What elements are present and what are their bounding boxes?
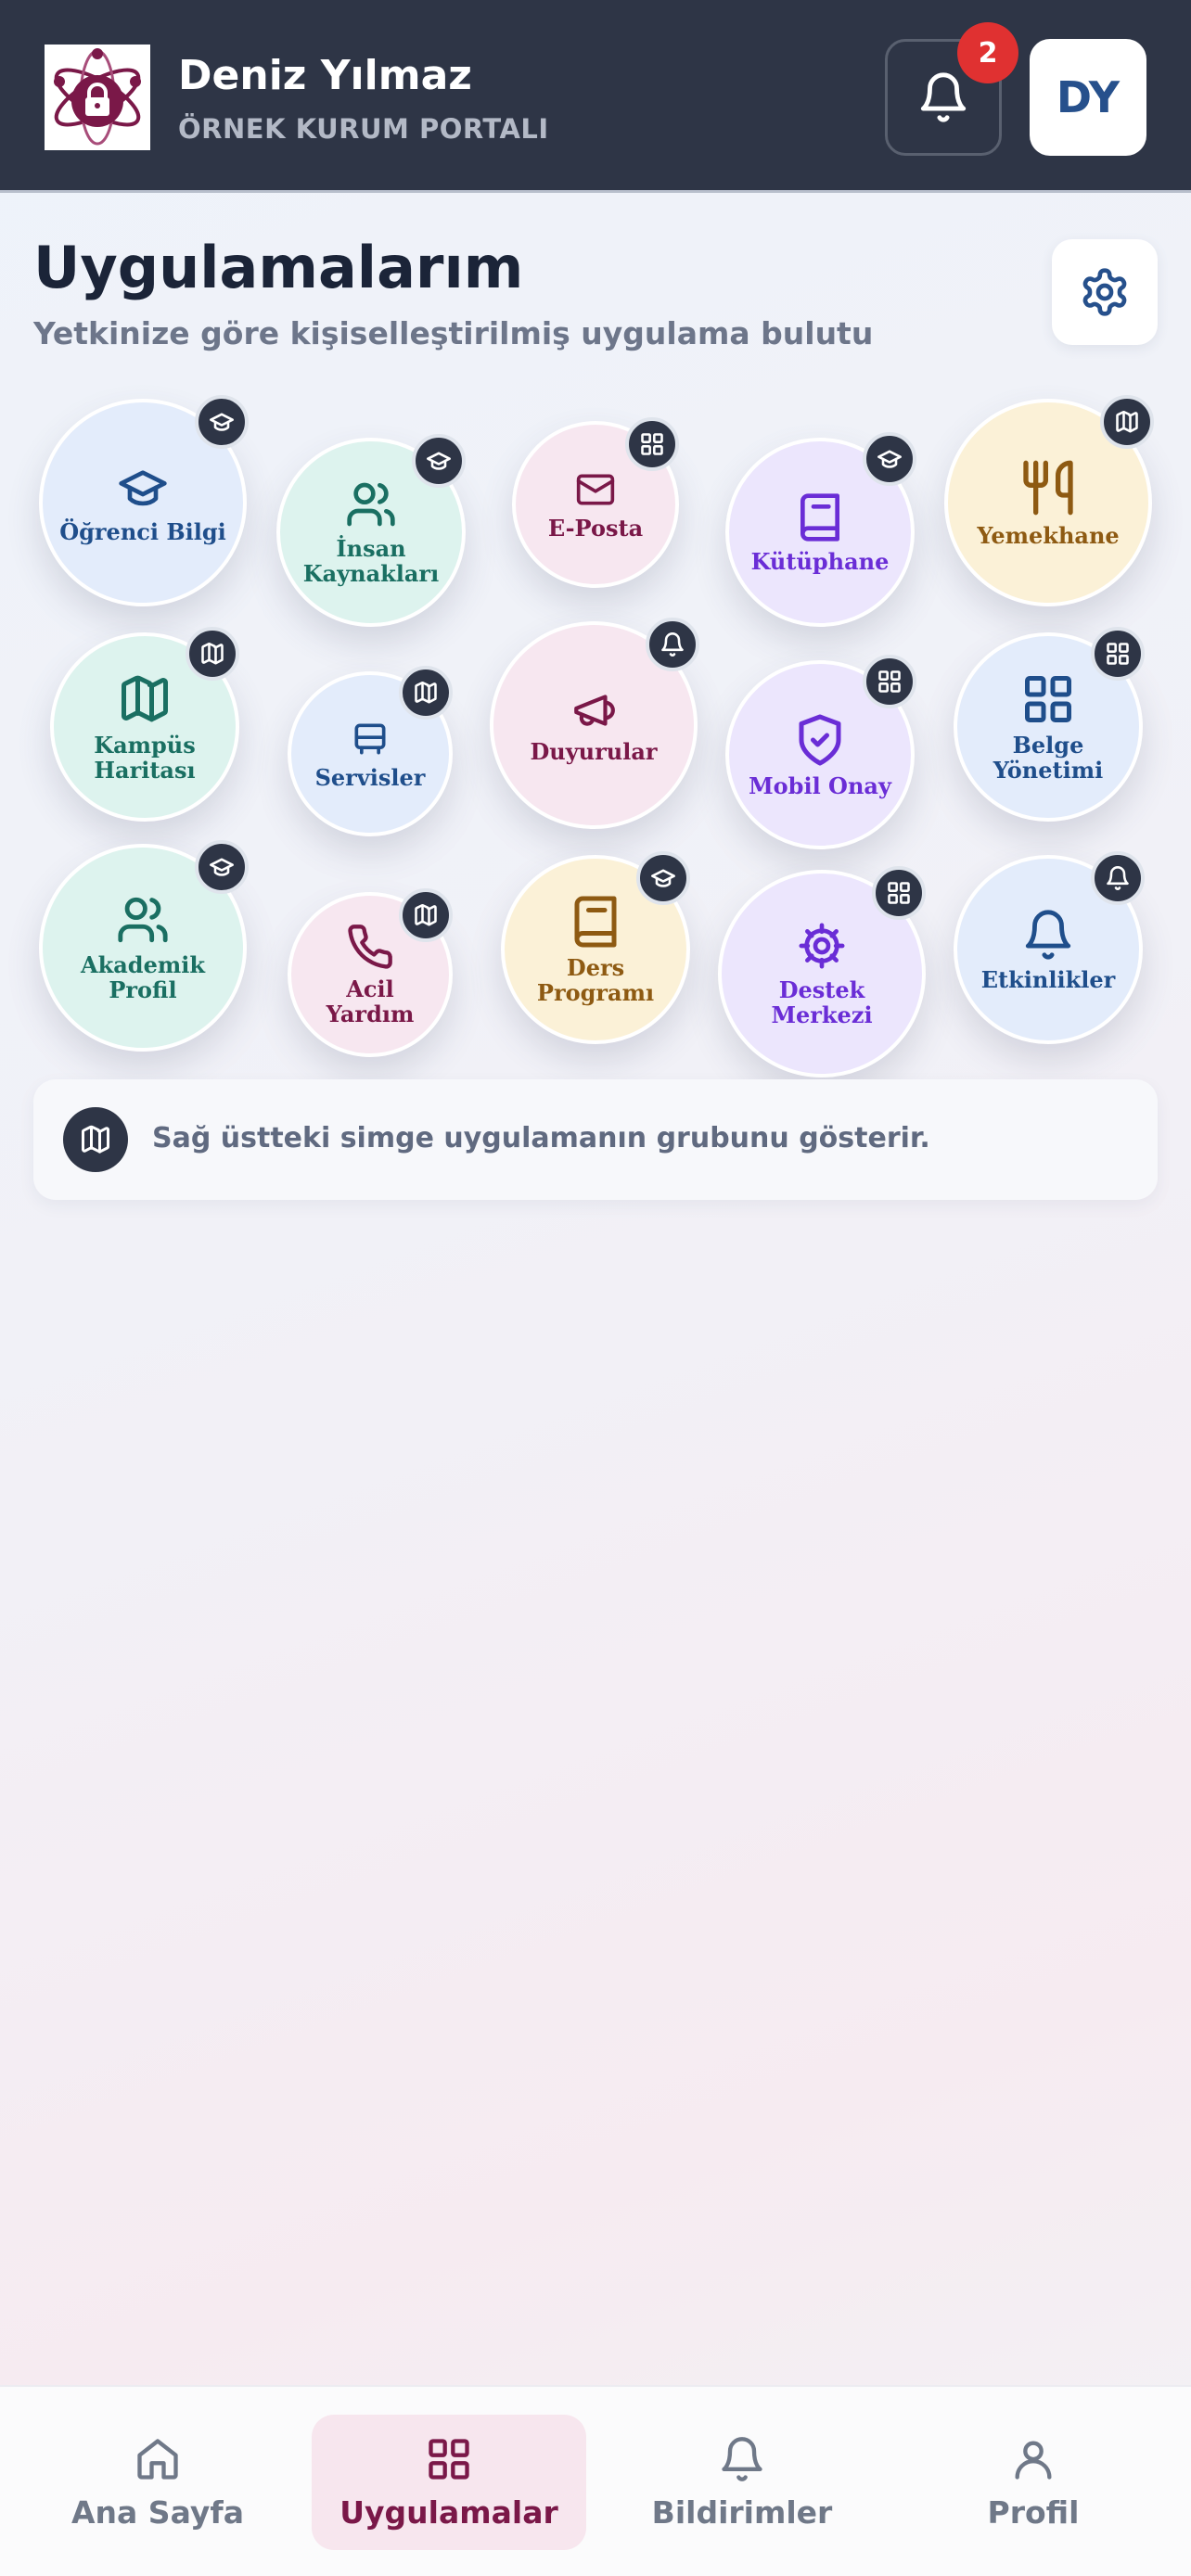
book-icon [574, 896, 617, 948]
group-badge-graduation-cap-icon [636, 851, 690, 905]
bell-icon [920, 72, 967, 122]
app-label: Mobil Onay [749, 772, 891, 799]
grid-icon [1107, 643, 1129, 665]
group-badge-grid-icon [1091, 627, 1145, 681]
app-label: Akademik Profil [81, 951, 205, 1003]
map-icon [201, 643, 224, 665]
grid-icon [888, 882, 910, 904]
group-badge-graduation-cap-icon [195, 395, 249, 449]
utensils-icon [1023, 460, 1073, 515]
user-icon [1015, 2441, 1052, 2480]
nav-item-ana-sayfa[interactable]: Ana Sayfa [37, 2415, 278, 2550]
bell-icon [722, 2436, 762, 2481]
graduation-cap-icon [210, 413, 234, 431]
app-label: Öğrenci Bilgi [59, 517, 226, 545]
group-badge-map-icon [186, 627, 239, 681]
mail-icon [576, 474, 615, 504]
nav-item-uygulamalar[interactable]: Uygulamalar [312, 2415, 586, 2550]
group-badge-graduation-cap-icon [863, 432, 916, 486]
graduation-cap-icon [427, 452, 451, 470]
nav-label: Profil [987, 2493, 1080, 2531]
graduation-cap-icon [119, 469, 167, 505]
group-badge-map-icon [399, 888, 453, 942]
map-icon [1116, 411, 1138, 433]
settings-button[interactable] [1052, 239, 1158, 345]
group-badge-map-icon [399, 666, 453, 720]
megaphone-icon [574, 694, 615, 726]
map-icon [415, 682, 437, 704]
portal-name: ÖRNEK KURUM PORTALI [178, 113, 549, 145]
app-header: Deniz Yılmaz ÖRNEK KURUM PORTALI 2 DY [0, 0, 1191, 193]
grid-icon [429, 2438, 469, 2480]
page-title: Uygulamalarım [33, 234, 524, 301]
group-badge-bell-icon [1091, 851, 1145, 905]
bottom-navigation: Ana Sayfa Uygulamalar Bildirimler Profil [0, 2385, 1191, 2576]
book-icon [800, 492, 839, 542]
page-subtitle: Yetkinize göre kişiselleştirilmiş uygula… [33, 315, 874, 351]
phone-icon [348, 925, 392, 969]
app-label: Duyurular [530, 737, 658, 765]
app-label: Etkinlikler [980, 965, 1116, 993]
nav-label: Bildirimler [651, 2493, 833, 2531]
bus-icon [354, 723, 386, 754]
avatar[interactable]: DY [1030, 39, 1146, 156]
grid-icon [641, 433, 663, 455]
app-label: Yemekhane [977, 521, 1120, 549]
app-label: Belge Yönetimi [992, 732, 1104, 784]
nav-label: Ana Sayfa [71, 2493, 244, 2531]
graduation-cap-icon [877, 450, 902, 468]
map-icon [122, 675, 168, 722]
users-icon [347, 482, 395, 527]
app-label: Destek Merkezi [771, 976, 873, 1028]
group-badge-graduation-cap-icon [195, 840, 249, 894]
gear-icon [799, 923, 845, 969]
bell-icon [661, 632, 684, 657]
user-name: Deniz Yılmaz [178, 52, 472, 99]
group-badge-map-icon [1100, 395, 1154, 449]
info-text: Sağ üstteki simge uygulamanın grubunu gö… [152, 1122, 930, 1154]
notification-count-badge: 2 [957, 22, 1018, 83]
app-label: İnsan Kaynakları [302, 535, 440, 587]
map-icon [415, 904, 437, 926]
graduation-cap-icon [651, 869, 675, 887]
users-icon [118, 897, 168, 943]
app-label: Servisler [314, 763, 426, 791]
bell-icon [1107, 866, 1129, 890]
home-icon [137, 2438, 178, 2480]
gear-icon [1082, 268, 1127, 316]
info-card: Sağ üstteki simge uygulamanın grubunu gö… [33, 1079, 1158, 1200]
app-label: E-Posta [547, 514, 644, 542]
map-icon [63, 1107, 128, 1172]
graduation-cap-icon [210, 858, 234, 876]
bell-icon [1025, 909, 1071, 960]
nav-item-profil[interactable]: Profil [913, 2415, 1154, 2550]
group-badge-grid-icon [863, 655, 916, 708]
group-badge-grid-icon [872, 866, 926, 920]
group-badge-graduation-cap-icon [412, 434, 466, 488]
institution-logo [45, 45, 150, 150]
app-label: Acil Yardım [326, 976, 415, 1027]
app-label: Kampüs Haritası [94, 732, 196, 784]
nav-label: Uygulamalar [339, 2493, 558, 2531]
app-label: Ders Programı [536, 954, 655, 1006]
app-label: Kütüphane [750, 547, 890, 575]
nav-item-bildirimler[interactable]: Bildirimler [621, 2415, 863, 2550]
shield-check-icon [799, 714, 841, 765]
grid-icon [1025, 676, 1071, 722]
group-badge-bell-icon [646, 618, 699, 671]
group-badge-grid-icon [625, 417, 679, 471]
grid-icon [878, 670, 901, 693]
